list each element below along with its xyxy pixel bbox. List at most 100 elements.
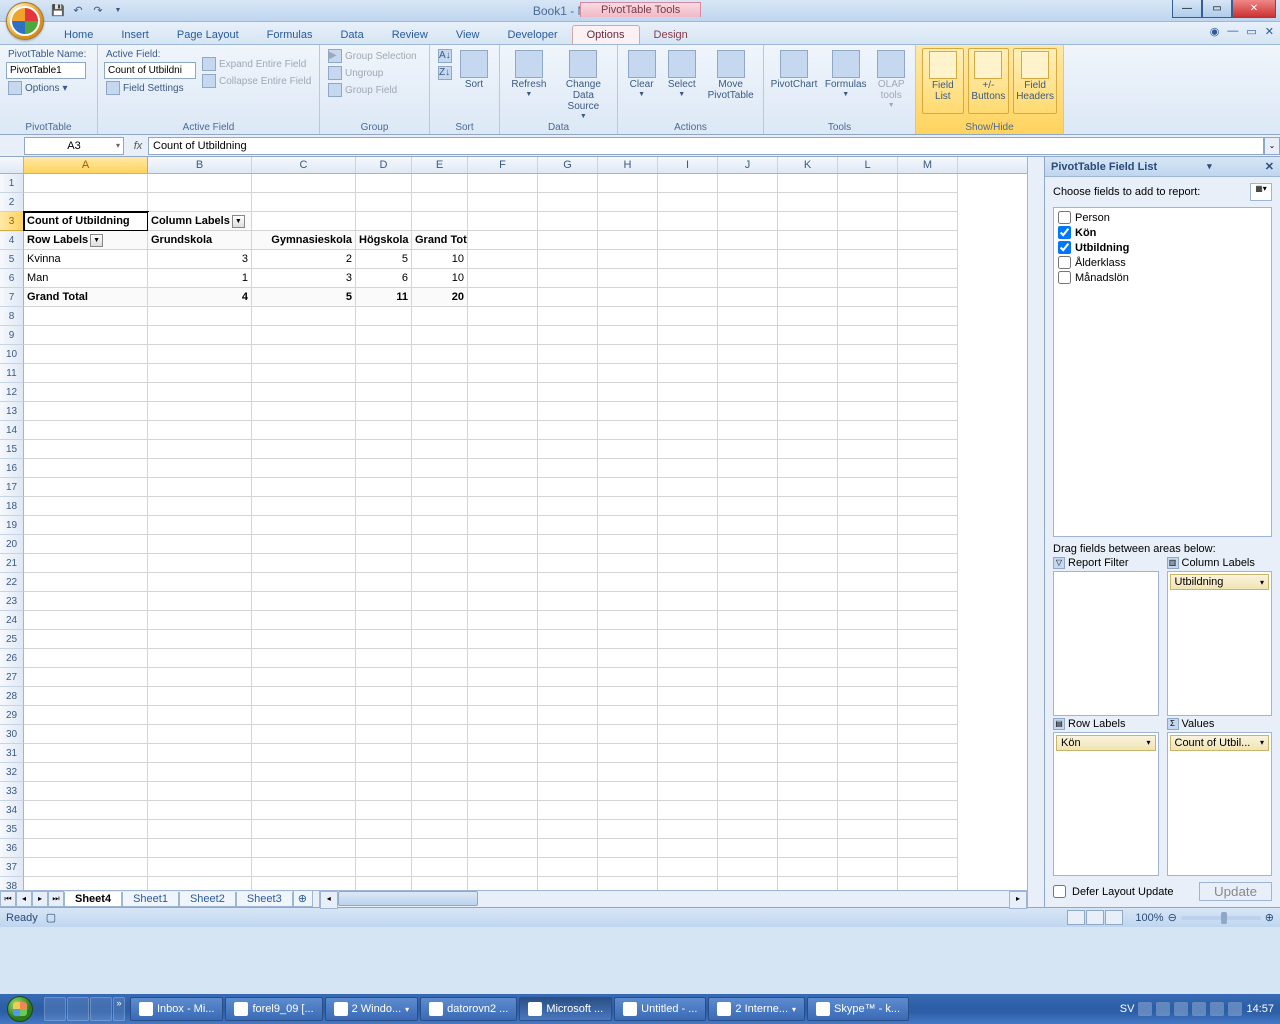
cell-I1[interactable] bbox=[658, 174, 718, 193]
cell-B19[interactable] bbox=[148, 516, 252, 535]
cell-H24[interactable] bbox=[598, 611, 658, 630]
row-header-20[interactable]: 20 bbox=[0, 535, 24, 554]
cell-H28[interactable] bbox=[598, 687, 658, 706]
cell-K36[interactable] bbox=[778, 839, 838, 858]
undo-icon[interactable]: ↶ bbox=[70, 3, 86, 19]
close-button[interactable]: ✕ bbox=[1232, 0, 1276, 18]
cell-J23[interactable] bbox=[718, 592, 778, 611]
cell-K33[interactable] bbox=[778, 782, 838, 801]
cell-H31[interactable] bbox=[598, 744, 658, 763]
cell-K12[interactable] bbox=[778, 383, 838, 402]
cell-B18[interactable] bbox=[148, 497, 252, 516]
cell-F6[interactable] bbox=[468, 269, 538, 288]
cell-B28[interactable] bbox=[148, 687, 252, 706]
cell-C5[interactable]: 2 bbox=[252, 250, 356, 269]
column-header-F[interactable]: F bbox=[468, 157, 538, 173]
row-header-1[interactable]: 1 bbox=[0, 174, 24, 193]
cell-B6[interactable]: 1 bbox=[148, 269, 252, 288]
view-layout-button[interactable] bbox=[1086, 910, 1104, 925]
cell-H16[interactable] bbox=[598, 459, 658, 478]
cell-D7[interactable]: 11 bbox=[356, 288, 412, 307]
cell-J22[interactable] bbox=[718, 573, 778, 592]
doc-minimize-icon[interactable]: — bbox=[1227, 25, 1238, 38]
cell-G17[interactable] bbox=[538, 478, 598, 497]
cell-L17[interactable] bbox=[838, 478, 898, 497]
cell-D12[interactable] bbox=[356, 383, 412, 402]
cell-H25[interactable] bbox=[598, 630, 658, 649]
cell-F35[interactable] bbox=[468, 820, 538, 839]
column-header-C[interactable]: C bbox=[252, 157, 356, 173]
tab-insert[interactable]: Insert bbox=[107, 26, 163, 44]
row-header-15[interactable]: 15 bbox=[0, 440, 24, 459]
ql-show-desktop-icon[interactable] bbox=[44, 997, 66, 1021]
tab-developer[interactable]: Developer bbox=[493, 26, 571, 44]
cell-H17[interactable] bbox=[598, 478, 658, 497]
cell-J9[interactable] bbox=[718, 326, 778, 345]
cell-D32[interactable] bbox=[356, 763, 412, 782]
cell-L6[interactable] bbox=[838, 269, 898, 288]
cell-G32[interactable] bbox=[538, 763, 598, 782]
cell-G37[interactable] bbox=[538, 858, 598, 877]
cell-D9[interactable] bbox=[356, 326, 412, 345]
cell-D34[interactable] bbox=[356, 801, 412, 820]
cell-J34[interactable] bbox=[718, 801, 778, 820]
cell-M37[interactable] bbox=[898, 858, 958, 877]
cell-F31[interactable] bbox=[468, 744, 538, 763]
cell-C10[interactable] bbox=[252, 345, 356, 364]
cell-H37[interactable] bbox=[598, 858, 658, 877]
cell-M28[interactable] bbox=[898, 687, 958, 706]
row-header-21[interactable]: 21 bbox=[0, 554, 24, 573]
cell-F36[interactable] bbox=[468, 839, 538, 858]
cell-B31[interactable] bbox=[148, 744, 252, 763]
cell-J25[interactable] bbox=[718, 630, 778, 649]
row-header-12[interactable]: 12 bbox=[0, 383, 24, 402]
cell-C18[interactable] bbox=[252, 497, 356, 516]
cell-M21[interactable] bbox=[898, 554, 958, 573]
cell-B11[interactable] bbox=[148, 364, 252, 383]
cell-J13[interactable] bbox=[718, 402, 778, 421]
cell-M32[interactable] bbox=[898, 763, 958, 782]
cell-C14[interactable] bbox=[252, 421, 356, 440]
cell-J30[interactable] bbox=[718, 725, 778, 744]
cell-K6[interactable] bbox=[778, 269, 838, 288]
cell-K38[interactable] bbox=[778, 877, 838, 890]
change-data-source-button[interactable]: Change Data Source▼ bbox=[556, 48, 611, 122]
cell-D35[interactable] bbox=[356, 820, 412, 839]
cell-I11[interactable] bbox=[658, 364, 718, 383]
cell-M5[interactable] bbox=[898, 250, 958, 269]
tab-data[interactable]: Data bbox=[326, 26, 377, 44]
cell-F21[interactable] bbox=[468, 554, 538, 573]
cell-I30[interactable] bbox=[658, 725, 718, 744]
cell-A30[interactable] bbox=[24, 725, 148, 744]
cell-B23[interactable] bbox=[148, 592, 252, 611]
cell-G14[interactable] bbox=[538, 421, 598, 440]
tray-icon[interactable] bbox=[1156, 1002, 1170, 1016]
cell-M30[interactable] bbox=[898, 725, 958, 744]
cell-J27[interactable] bbox=[718, 668, 778, 687]
cell-D23[interactable] bbox=[356, 592, 412, 611]
cell-I34[interactable] bbox=[658, 801, 718, 820]
cell-D14[interactable] bbox=[356, 421, 412, 440]
cell-C16[interactable] bbox=[252, 459, 356, 478]
row-header-27[interactable]: 27 bbox=[0, 668, 24, 687]
cell-K7[interactable] bbox=[778, 288, 838, 307]
cell-F26[interactable] bbox=[468, 649, 538, 668]
cell-C34[interactable] bbox=[252, 801, 356, 820]
formula-expand-icon[interactable]: ⌄ bbox=[1264, 137, 1280, 155]
cell-I29[interactable] bbox=[658, 706, 718, 725]
cell-K3[interactable] bbox=[778, 212, 838, 231]
field-person[interactable]: Person bbox=[1056, 210, 1269, 225]
cell-J7[interactable] bbox=[718, 288, 778, 307]
cell-H27[interactable] bbox=[598, 668, 658, 687]
cell-H19[interactable] bbox=[598, 516, 658, 535]
cell-I38[interactable] bbox=[658, 877, 718, 890]
cell-A8[interactable] bbox=[24, 307, 148, 326]
cell-E19[interactable] bbox=[412, 516, 468, 535]
cell-J10[interactable] bbox=[718, 345, 778, 364]
cell-F9[interactable] bbox=[468, 326, 538, 345]
view-pagebreak-button[interactable] bbox=[1105, 910, 1123, 925]
cell-G18[interactable] bbox=[538, 497, 598, 516]
cell-J4[interactable] bbox=[718, 231, 778, 250]
sheet-nav-next-icon[interactable]: ▸ bbox=[32, 891, 48, 907]
cell-H10[interactable] bbox=[598, 345, 658, 364]
